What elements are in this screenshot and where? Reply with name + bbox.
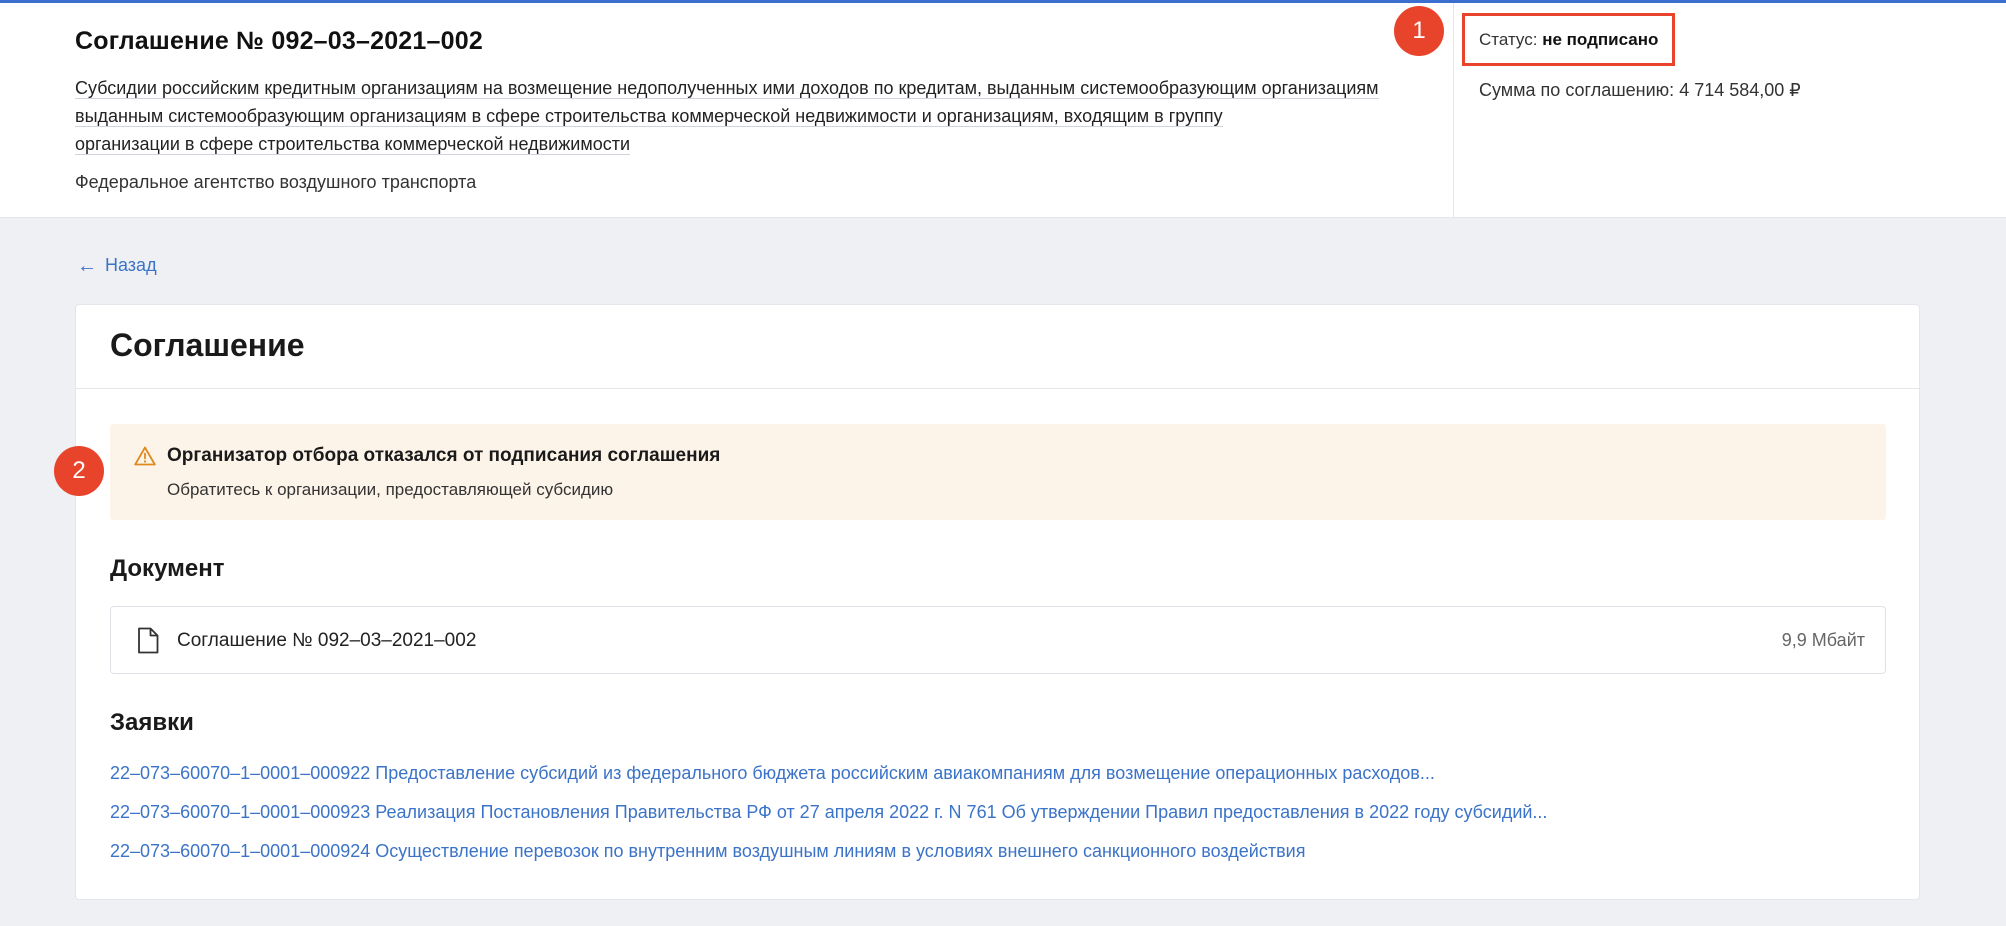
back-link[interactable]: ← Назад — [77, 255, 157, 276]
description-line: Субсидии российским кредитным организаци… — [75, 78, 1379, 99]
agency-name: Федеральное агентство воздушного транспо… — [75, 172, 477, 192]
applications-list: 22–073–60070–1–0001–000922 Предоставлени… — [110, 761, 1547, 878]
card-header: Соглашение — [76, 305, 1919, 389]
arrow-left-icon: ← — [77, 254, 97, 277]
warning-triangle-icon — [134, 446, 156, 466]
agreement-status-panel: Статус: не подписано Сумма по соглашению… — [1462, 13, 1801, 101]
annotation-badge-1: 1 — [1394, 6, 1444, 56]
status-box: Статус: не подписано — [1462, 13, 1676, 66]
agreement-sum: Сумма по соглашению: 4 714 584,00 ₽ — [1479, 80, 1801, 101]
file-icon — [138, 627, 159, 654]
description-line: организации в сфере строительства коммер… — [75, 134, 631, 155]
document-section-title: Документ — [110, 555, 225, 582]
document-file-name: Соглашение № 092–03–2021–002 — [177, 630, 477, 651]
application-link[interactable]: 22–073–60070–1–0001–000924 Осуществление… — [110, 839, 1547, 878]
agreement-card: Соглашение Организатор отбора отказался … — [75, 304, 1920, 900]
applications-section-title: Заявки — [110, 709, 194, 736]
document-file-size: 9,9 Мбайт — [1781, 630, 1865, 650]
status-label: Статус: — [1479, 30, 1538, 49]
annotation-badge-2: 2 — [54, 446, 104, 496]
application-link[interactable]: 22–073–60070–1–0001–000923 Реализация По… — [110, 800, 1547, 839]
warning-title: Организатор отбора отказался от подписан… — [167, 445, 721, 466]
warning-alert: Организатор отбора отказался от подписан… — [110, 424, 1886, 520]
description-line: выданным системообразующим организациям … — [75, 106, 1223, 127]
header-divider — [1453, 3, 1454, 218]
agreement-description: Субсидии российским кредитным организаци… — [75, 74, 1435, 158]
back-link-label: Назад — [105, 255, 157, 275]
status-value: не подписано — [1542, 30, 1659, 49]
card-title: Соглашение — [110, 327, 305, 363]
application-link[interactable]: 22–073–60070–1–0001–000922 Предоставлени… — [110, 761, 1547, 800]
agreement-info: Соглашение № 092–03–2021–002 Субсидии ро… — [75, 27, 1435, 193]
warning-text: Обратитесь к организации, предоставляюще… — [167, 480, 614, 499]
sum-label: Сумма по соглашению: — [1479, 80, 1675, 100]
document-file-row[interactable]: Соглашение № 092–03–2021–002 9,9 Мбайт — [110, 606, 1886, 674]
agreement-title: Соглашение № 092–03–2021–002 — [75, 27, 483, 55]
agreement-header: Соглашение № 092–03–2021–002 Субсидии ро… — [0, 3, 2006, 218]
sum-value: 4 714 584,00 ₽ — [1679, 80, 1801, 100]
